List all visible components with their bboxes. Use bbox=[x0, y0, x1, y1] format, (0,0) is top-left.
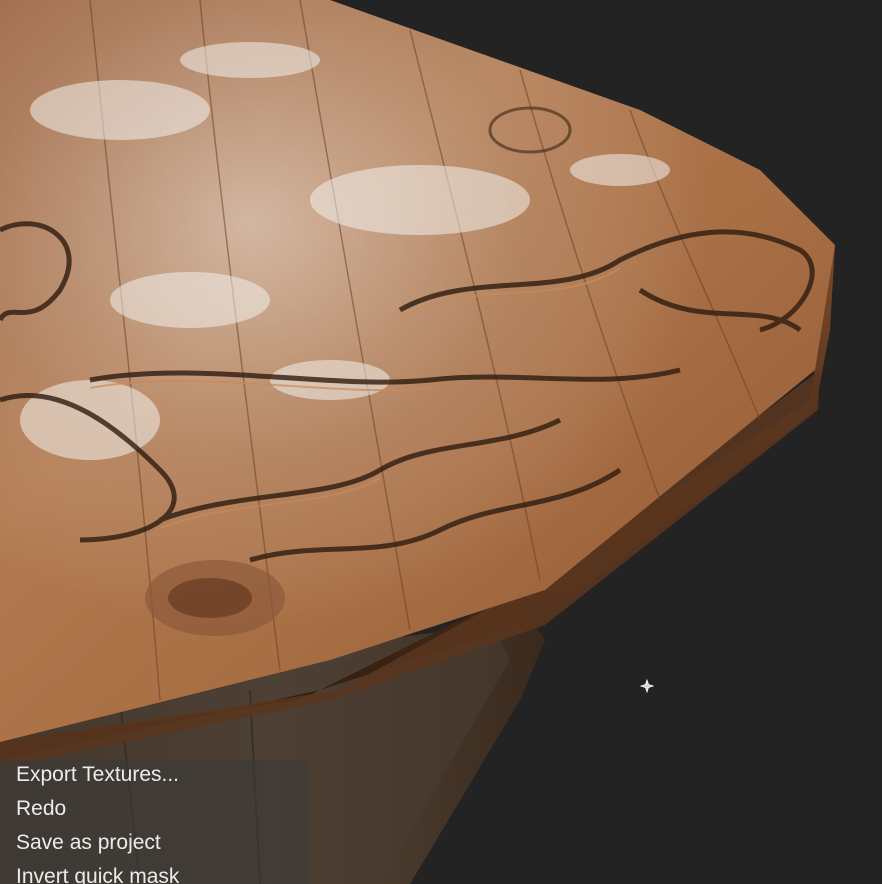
menu-item-redo[interactable]: Redo bbox=[16, 794, 66, 824]
menu-item-invert-quick-mask[interactable]: Invert quick mask bbox=[16, 862, 179, 884]
3d-model-wooden-table[interactable] bbox=[0, 0, 882, 884]
menu-item-export-textures[interactable]: Export Textures... bbox=[16, 760, 179, 790]
menu-item-save-as-project[interactable]: Save as project bbox=[16, 828, 161, 858]
tabletop-surface bbox=[0, 0, 835, 742]
move-cursor-icon bbox=[640, 679, 654, 693]
3d-viewport[interactable]: Export Textures... Redo Save as project … bbox=[0, 0, 882, 884]
context-menu: Export Textures... Redo Save as project … bbox=[0, 760, 308, 884]
